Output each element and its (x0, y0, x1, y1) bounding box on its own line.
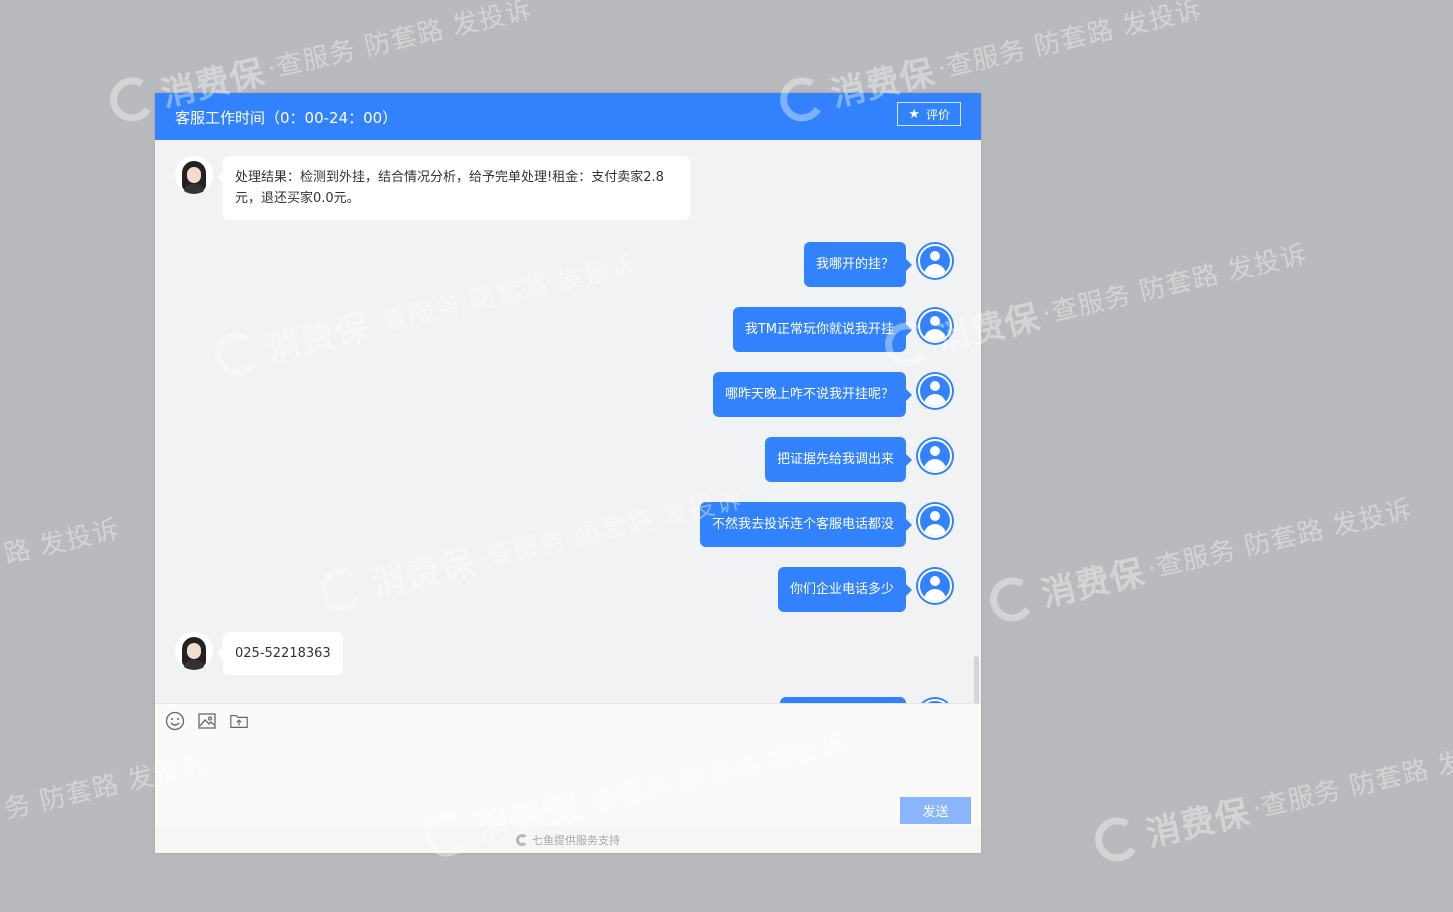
message-user: 把证据先给我调出来 (764, 437, 954, 482)
message-user: 你们企业电话多少 (777, 567, 954, 612)
message-bubble: 把证据先给我调出来 (764, 437, 913, 482)
message-scrollbar[interactable] (974, 656, 979, 703)
upload-icon[interactable] (229, 711, 249, 731)
message-bubble: 哪昨天晚上咋不说我开挂呢？ (712, 372, 913, 417)
message-bubble: 不然我去投诉连个客服电话都没 (699, 502, 913, 547)
user-avatar (916, 372, 954, 410)
watermark-logo-icon (985, 572, 1039, 626)
rate-button-label: 评价 (925, 107, 950, 122)
chat-header: 客服工作时间（0：00-24：00） ★ 评价 (155, 93, 981, 140)
qiyu-logo-icon (516, 833, 528, 846)
message-user: 我哪开的挂？ (803, 242, 954, 287)
powered-by-text: 七鱼提供服务支持 (532, 833, 620, 847)
message-user: 我TM正常玩你就说我开挂 (732, 307, 954, 352)
user-avatar (916, 567, 954, 605)
user-avatar (916, 502, 954, 540)
composer-toolbar (165, 711, 249, 731)
service-hours-title: 客服工作时间（0：00-24：00） (175, 109, 398, 127)
message-user: 哪昨天晚上咋不说我开挂呢？ (712, 372, 954, 417)
watermark: 消费保 ·查服务 防套路 发投诉 (1090, 723, 1453, 868)
user-avatar (916, 307, 954, 345)
powered-by-footer: 七鱼提供服务支持 (155, 826, 981, 853)
message-bubble: 025-52218363 (217, 632, 343, 675)
watermark-fragment: 路 发投诉 (1, 514, 123, 571)
emoji-icon[interactable] (165, 711, 185, 731)
image-icon[interactable] (197, 711, 217, 731)
composer: 发送 (155, 703, 981, 827)
watermark: 消费保 ·查服务 防套路 发投诉 (985, 483, 1417, 628)
watermark-logo-icon (105, 72, 159, 126)
agent-avatar (175, 632, 213, 670)
agent-avatar (175, 156, 213, 194)
chat-window: 客服工作时间（0：00-24：00） ★ 评价 处理结果：检测到外挂，结合情况分… (155, 93, 981, 853)
user-avatar (916, 242, 954, 280)
message-agent: 025-52218363 (175, 632, 343, 675)
message-bubble: 你们企业电话多少 (777, 567, 913, 612)
message-user: 不然我去投诉连个客服电话都没 (699, 502, 954, 547)
message-bubble: 我哪开的挂？ (803, 242, 913, 287)
message-agent: 处理结果：检测到外挂，结合情况分析，给予完单处理!租金：支付卖家2.8元，退还买… (175, 156, 690, 220)
watermark-logo-icon (1090, 812, 1144, 866)
message-list[interactable]: 处理结果：检测到外挂，结合情况分析，给予完单处理!租金：支付卖家2.8元，退还买… (155, 140, 981, 703)
message-input[interactable] (165, 740, 969, 794)
rate-button[interactable]: ★ 评价 (897, 102, 961, 126)
send-button[interactable]: 发送 (900, 797, 971, 824)
message-bubble: 我TM正常玩你就说我开挂 (732, 307, 913, 352)
message-bubble: 处理结果：检测到外挂，结合情况分析，给予完单处理!租金：支付卖家2.8元，退还买… (217, 156, 690, 220)
star-icon: ★ (908, 106, 920, 122)
user-avatar (916, 437, 954, 475)
